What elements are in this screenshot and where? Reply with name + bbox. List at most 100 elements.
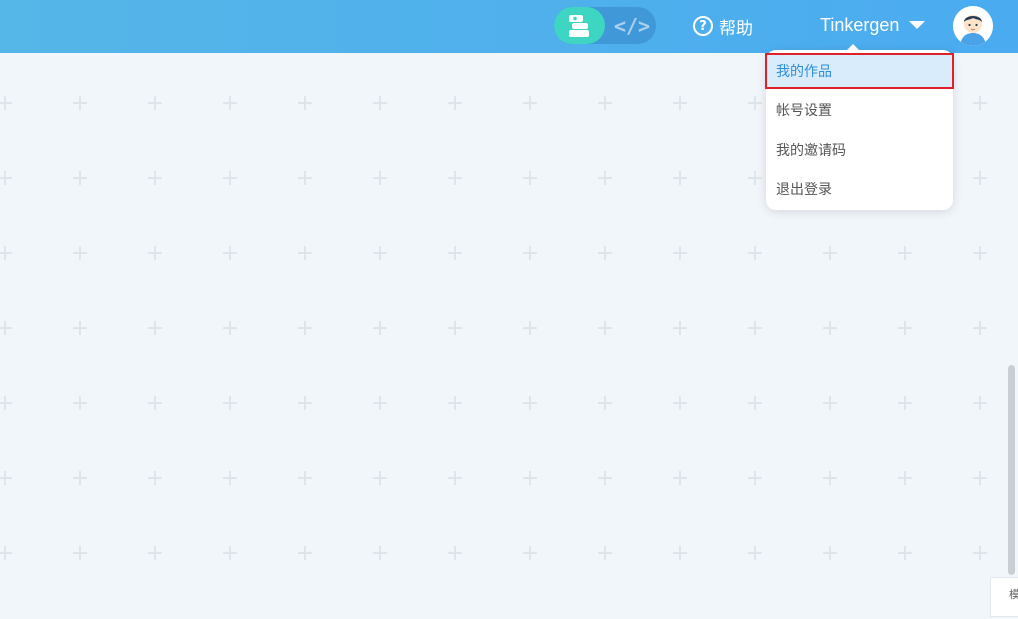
grid-plus-mark: + — [970, 166, 990, 191]
menu-item-label: 帐号设置 — [776, 103, 832, 119]
grid-plus-mark: + — [220, 391, 240, 416]
grid-plus-mark: + — [970, 541, 990, 566]
menu-item-label: 我的邀请码 — [776, 143, 846, 159]
grid-plus-mark: + — [745, 391, 765, 416]
grid-plus-mark: + — [895, 541, 915, 566]
grid-plus-mark: + — [595, 166, 615, 191]
grid-plus-mark: + — [445, 466, 465, 491]
grid-plus-mark: + — [595, 541, 615, 566]
grid-plus-mark: + — [220, 541, 240, 566]
grid-plus-mark: + — [445, 541, 465, 566]
avatar[interactable] — [953, 6, 993, 46]
grid-plus-mark: + — [445, 391, 465, 416]
grid-plus-mark: + — [445, 91, 465, 116]
grid-plus-mark: + — [370, 466, 390, 491]
grid-plus-mark: + — [70, 166, 90, 191]
grid-plus-mark: + — [70, 91, 90, 116]
grid-plus-mark: + — [0, 466, 15, 491]
user-menu-trigger[interactable]: Tinkergen — [820, 13, 926, 37]
grid-plus-mark: + — [145, 316, 165, 341]
menu-item-my-works[interactable]: 我的作品 — [765, 53, 954, 89]
grid-plus-mark: + — [745, 166, 765, 191]
grid-plus-mark: + — [370, 91, 390, 116]
user-dropdown-menu: 我的作品 帐号设置 我的邀请码 退出登录 — [765, 50, 954, 210]
help-button[interactable]: ? 帮助 — [693, 14, 753, 39]
grid-plus-mark: + — [70, 466, 90, 491]
menu-item-invite-code[interactable]: 我的邀请码 — [766, 133, 953, 167]
grid-plus-mark: + — [145, 391, 165, 416]
grid-plus-mark: + — [970, 241, 990, 266]
grid-plus-mark: + — [970, 466, 990, 491]
grid-plus-mark: + — [370, 316, 390, 341]
grid-plus-mark: + — [820, 466, 840, 491]
grid-plus-mark: + — [0, 241, 15, 266]
menu-item-label: 我的作品 — [776, 64, 832, 80]
grid-plus-mark: + — [295, 466, 315, 491]
menu-item-logout[interactable]: 退出登录 — [766, 172, 953, 206]
grid-plus-mark: + — [670, 316, 690, 341]
grid-plus-mark: + — [745, 541, 765, 566]
grid-plus-mark: + — [0, 166, 15, 191]
grid-plus-mark: + — [295, 541, 315, 566]
grid-plus-mark: + — [370, 391, 390, 416]
grid-plus-mark: + — [820, 391, 840, 416]
grid-plus-mark: + — [970, 91, 990, 116]
grid-plus-mark: + — [0, 316, 15, 341]
grid-plus-mark: + — [295, 316, 315, 341]
grid-plus-mark: + — [670, 541, 690, 566]
help-label: 帮助 — [719, 18, 753, 39]
blocks-icon — [568, 14, 589, 37]
grid-plus-mark: + — [445, 316, 465, 341]
grid-plus-mark: + — [895, 316, 915, 341]
top-bar: </> ? 帮助 Tinkergen — [0, 0, 1018, 53]
grid-plus-mark: + — [220, 166, 240, 191]
username-label: Tinkergen — [820, 14, 900, 35]
corner-panel[interactable]: 模 — [990, 577, 1018, 617]
grid-plus-mark: + — [145, 91, 165, 116]
code-icon: </> — [613, 13, 651, 38]
grid-plus-mark: + — [145, 466, 165, 491]
grid-plus-mark: + — [820, 541, 840, 566]
grid-plus-mark: + — [745, 241, 765, 266]
grid-plus-mark: + — [670, 466, 690, 491]
code-mode-button[interactable]: </> — [610, 7, 654, 44]
grid-plus-mark: + — [295, 241, 315, 266]
grid-plus-mark: + — [520, 391, 540, 416]
grid-plus-mark: + — [670, 91, 690, 116]
menu-item-account-settings[interactable]: 帐号设置 — [766, 93, 953, 127]
menu-item-label: 退出登录 — [776, 182, 832, 198]
grid-plus-mark: + — [895, 391, 915, 416]
grid-plus-mark: + — [520, 166, 540, 191]
grid-plus-mark: + — [520, 241, 540, 266]
grid-plus-mark: + — [370, 241, 390, 266]
grid-plus-mark: + — [670, 241, 690, 266]
editor-mode-toggle[interactable]: </> — [554, 7, 656, 44]
grid-plus-mark: + — [220, 241, 240, 266]
chevron-down-icon — [909, 21, 926, 29]
grid-plus-mark: + — [445, 166, 465, 191]
grid-plus-mark: + — [670, 391, 690, 416]
grid-plus-mark: + — [745, 91, 765, 116]
grid-plus-mark: + — [745, 316, 765, 341]
grid-plus-mark: + — [520, 466, 540, 491]
grid-plus-mark: + — [895, 241, 915, 266]
grid-plus-mark: + — [295, 91, 315, 116]
grid-plus-mark: + — [0, 91, 15, 116]
grid-plus-mark: + — [0, 391, 15, 416]
grid-plus-mark: + — [145, 541, 165, 566]
grid-plus-mark: + — [595, 391, 615, 416]
corner-panel-label: 模 — [1009, 588, 1018, 601]
grid-plus-mark: + — [70, 316, 90, 341]
vertical-scrollbar[interactable] — [1008, 365, 1015, 575]
grid-plus-mark: + — [295, 391, 315, 416]
grid-plus-mark: + — [370, 166, 390, 191]
grid-plus-mark: + — [520, 541, 540, 566]
grid-plus-mark: + — [295, 166, 315, 191]
grid-plus-mark: + — [745, 466, 765, 491]
grid-plus-mark: + — [70, 391, 90, 416]
help-icon: ? — [693, 16, 713, 36]
grid-plus-mark: + — [370, 541, 390, 566]
grid-plus-mark: + — [970, 391, 990, 416]
block-mode-button[interactable] — [554, 7, 605, 44]
grid-plus-mark: + — [220, 316, 240, 341]
